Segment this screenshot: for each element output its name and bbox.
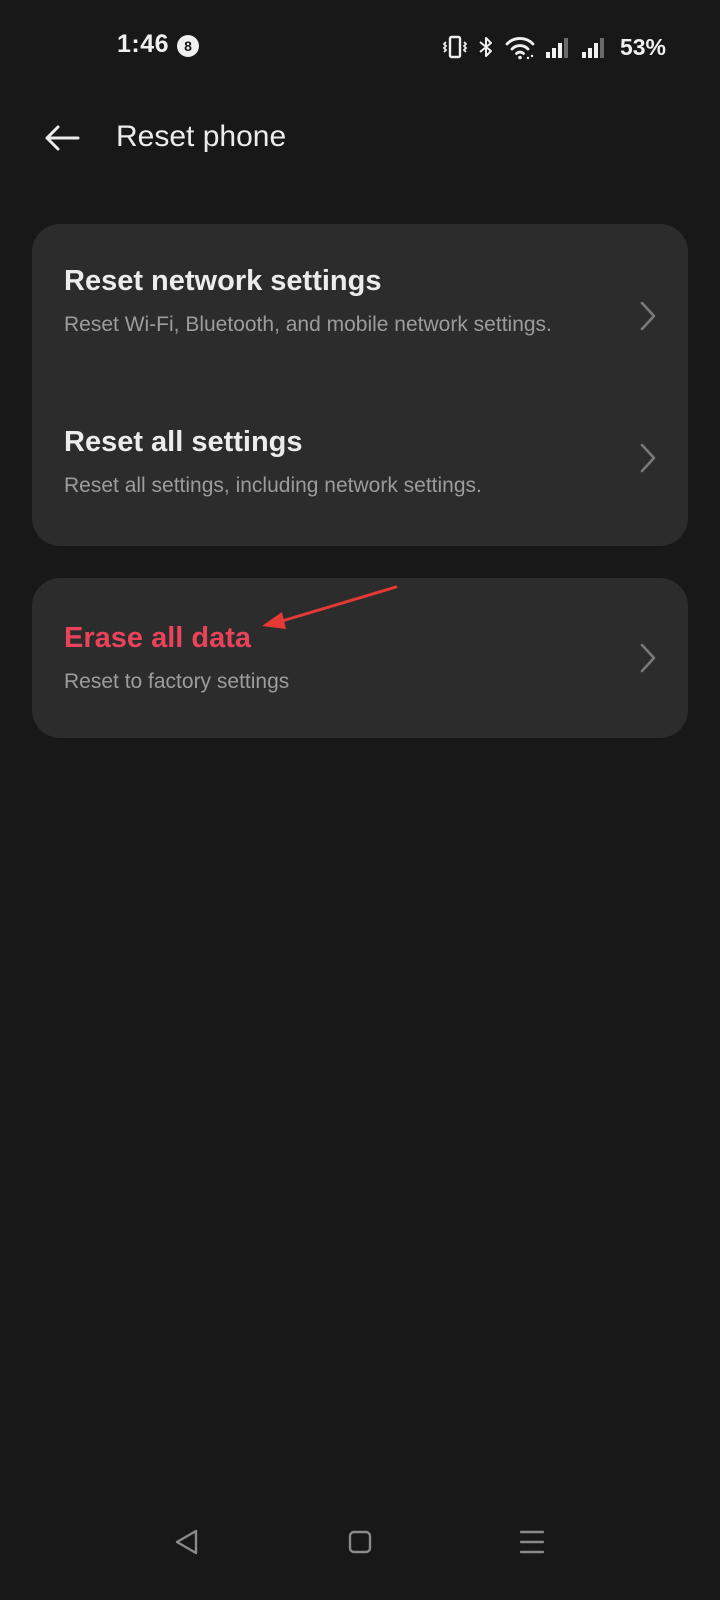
nav-back-button[interactable] xyxy=(157,1514,217,1574)
signal-icon xyxy=(580,34,608,60)
back-triangle-icon xyxy=(172,1527,202,1562)
back-button[interactable] xyxy=(34,114,90,166)
wifi-icon xyxy=(504,34,536,60)
battery-percentage: 53% xyxy=(619,33,666,60)
vibrate-icon xyxy=(442,34,468,60)
chevron-right-icon xyxy=(638,300,658,332)
item-subtitle: Reset all settings, including network se… xyxy=(64,474,482,497)
nav-home-button[interactable] xyxy=(330,1514,390,1574)
arrow-left-icon xyxy=(42,123,82,158)
recents-menu-icon xyxy=(517,1527,547,1562)
reset-network-settings-item[interactable]: Reset network settings Reset Wi-Fi, Blue… xyxy=(32,224,688,386)
bluetooth-icon xyxy=(476,34,496,60)
status-time: 1:46 xyxy=(117,30,170,58)
nav-recents-button[interactable] xyxy=(502,1514,562,1574)
reset-phone-screen: 1:46 8 53% Reset phone Reset network set… xyxy=(0,0,720,1600)
item-subtitle: Reset to factory settings xyxy=(64,670,290,693)
page-title: Reset phone xyxy=(116,120,287,153)
chevron-right-icon xyxy=(638,442,658,474)
reset-all-settings-item[interactable]: Reset all settings Reset all settings, i… xyxy=(32,386,688,546)
notification-count-badge: 8 xyxy=(177,35,199,57)
item-subtitle: Reset Wi-Fi, Bluetooth, and mobile netwo… xyxy=(64,313,552,336)
reset-settings-card: Reset network settings Reset Wi-Fi, Blue… xyxy=(32,224,688,546)
app-header: Reset phone xyxy=(0,100,720,180)
status-bar: 1:46 8 53% xyxy=(0,0,720,92)
item-title: Erase all data xyxy=(64,622,251,654)
signal-icon xyxy=(544,34,572,60)
home-square-icon xyxy=(346,1528,374,1561)
item-title: Reset network settings xyxy=(64,265,382,297)
status-icons: 53% xyxy=(442,33,666,61)
item-title: Reset all settings xyxy=(64,426,303,458)
chevron-right-icon xyxy=(638,642,658,674)
erase-all-data-item[interactable]: Erase all data Reset to factory settings xyxy=(32,578,688,738)
system-nav-bar xyxy=(0,1514,720,1600)
erase-data-card: Erase all data Reset to factory settings xyxy=(32,578,688,738)
